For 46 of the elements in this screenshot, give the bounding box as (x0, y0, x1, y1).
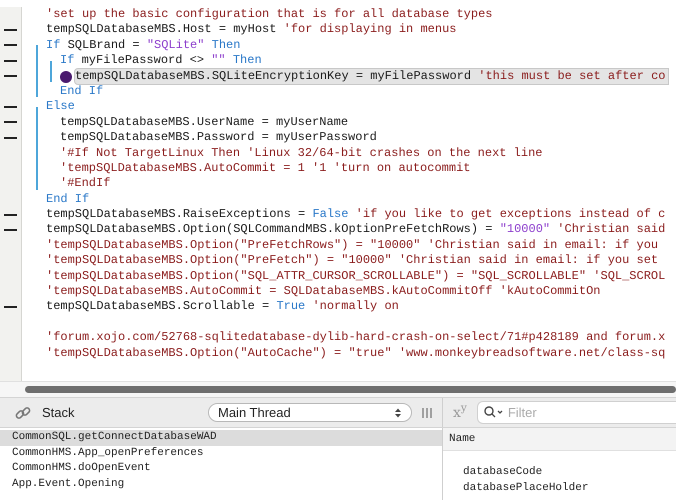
code-line: If myFilePassword <> "" Then (60, 53, 262, 69)
horizontal-scrollbar[interactable] (25, 386, 676, 393)
code-line: tempSQLDatabaseMBS.UserName = myUserName (60, 114, 348, 130)
code-line: tempSQLDatabaseMBS.Host = myHost 'for displaying in menus (46, 22, 456, 38)
code-line: tempSQLDatabaseMBS.Option(SQLCommandMBS.kOptionPreFetchRows) = "10000" 'Christian said (46, 222, 666, 238)
line-marker (4, 136, 17, 139)
code-line: tempSQLDatabaseMBS.Password = myUserPassword (60, 130, 377, 146)
code-line: If SQLBrand = "SQLite" Then (46, 38, 240, 54)
code-line: 'tempSQLDatabaseMBS.AutoCommit = SQLDatabaseMBS.kAutoCommitOff 'kAutoCommitOn (46, 284, 600, 300)
code-line: End If (46, 192, 90, 208)
code-line: End If (60, 84, 104, 100)
line-marker (4, 306, 17, 308)
stack-frame[interactable]: CommonHMS.App_openPreferences (0, 446, 442, 461)
code-line: 'tempSQLDatabaseMBS.Option("PreFetch") = "10000" 'Christian said in email: if you set (46, 253, 658, 269)
bomb-icon (60, 70, 72, 83)
line-marker (4, 44, 17, 46)
stack-frame[interactable]: CommonSQL.getConnectDatabaseWAD (0, 430, 442, 446)
code-line: 'tempSQLDatabaseMBS.Option("AutoCache") = "true" 'www.monkeybreadsoftware.net/class-sq (46, 346, 666, 361)
line-marker (4, 75, 17, 78)
stack-title: Stack (42, 404, 75, 422)
code-line: 'tempSQLDatabaseMBS.Option("PreFetchRows") = "10000" 'Christian said in email: if you (46, 238, 658, 254)
columns-icon[interactable] (422, 406, 432, 418)
code-line: '#EndIf (60, 176, 110, 192)
code-line: 'set up the basic configuration that is for all database types (46, 7, 492, 22)
line-marker (4, 29, 17, 32)
filter-field[interactable]: Filter (476, 401, 676, 424)
chevron-updown-icon (394, 406, 402, 418)
stack-frame[interactable]: App.Event.Opening (0, 476, 442, 492)
thread-dropdown[interactable]: Main Thread (208, 403, 412, 422)
variable-name[interactable]: databasePlaceHolder (463, 482, 588, 494)
code-line: 'tempSQLDatabaseMBS.Option("SQL_ATTR_CURSOR_SCROLLABLE") = "SQL_SCROLLABLE" 'SQL_SCROL (46, 268, 666, 284)
stack-frame[interactable]: CommonHMS.doOpenEvent (0, 461, 442, 476)
code-line: tempSQLDatabaseMBS.Scrollable = True 'normally on (46, 299, 399, 315)
code-line: 'tempSQLDatabaseMBS.AutoCommit = 1 '1 'turn on autocommit (60, 160, 470, 176)
search-icon (484, 406, 504, 418)
code-line: '#If Not TargetLinux Then 'Linux 32/64-bit crashes on the next line (60, 146, 542, 161)
variable-name[interactable]: databaseCode (463, 466, 542, 478)
code-line: tempSQLDatabaseMBS.RaiseExceptions = False 'if you like to get exceptions instead of c (46, 207, 666, 222)
column-header[interactable]: Name (449, 430, 476, 448)
line-marker (4, 214, 17, 216)
line-marker (4, 60, 17, 62)
line-marker (4, 229, 17, 232)
line-marker (4, 106, 17, 108)
code-line: 'forum.xojo.com/52768-sqlitedatabase-dylib-hard-crash-on-select/71#p428189 and forum.x (46, 330, 666, 346)
code-line: Else (46, 99, 75, 115)
line-marker (4, 121, 17, 124)
